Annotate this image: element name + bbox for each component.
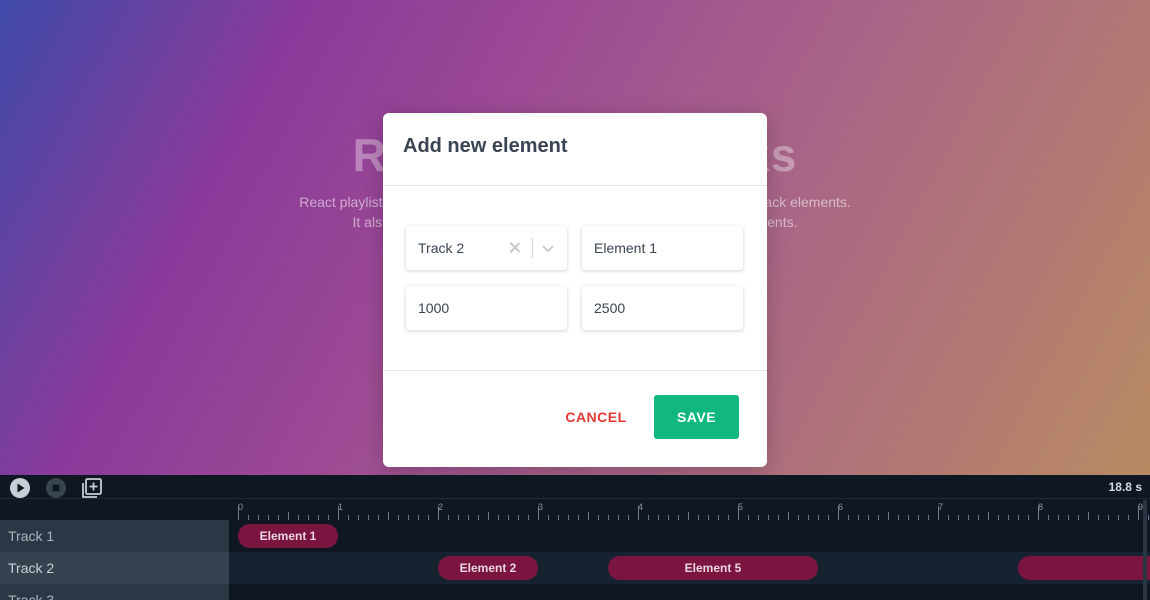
track-labels: Track 1 Track 2 Track 3 [0,520,229,600]
track-label-2[interactable]: Track 2 [0,552,229,584]
chevron-down-icon[interactable] [541,241,555,255]
element-name-field[interactable] [582,226,743,270]
end-time-input[interactable] [594,300,731,316]
track-label-1[interactable]: Track 1 [0,520,229,552]
track-lane-1: Element 1 [229,520,1150,552]
cancel-button[interactable]: CANCEL [553,401,639,433]
track-label-3[interactable]: Track 3 [0,584,229,600]
time-ruler[interactable]: 0123456789 [238,500,1150,520]
track-lanes: Element 1 Element 2 Element 5 [229,520,1150,600]
ruler-tick-label: 8 [1038,502,1043,512]
timeline-element-5[interactable]: Element 5 [608,556,818,580]
ruler-tick-label: 2 [438,502,443,512]
ruler-tick-label: 3 [538,502,543,512]
select-separator [532,238,533,258]
play-icon[interactable] [9,477,31,499]
track-select[interactable]: Track 2 [406,226,567,270]
clear-icon[interactable] [506,239,524,257]
element-name-input[interactable] [594,240,731,256]
timeline-panel: 18.8 s 0123456789 Track 1 Track 2 Track … [0,475,1150,600]
start-time-input[interactable] [418,300,555,316]
ruler-tick-label: 7 [938,502,943,512]
timeline-scroll-edge[interactable] [1143,500,1147,600]
modal-footer: CANCEL SAVE [383,370,767,466]
track-select-value: Track 2 [418,240,465,256]
ruler-tick-label: 0 [238,502,243,512]
track-lane-3 [229,584,1150,600]
ruler-tick-label: 4 [638,502,643,512]
timeline-element-1[interactable]: Element 1 [238,524,338,548]
timeline-element-2[interactable]: Element 2 [438,556,538,580]
timeline-toolbar: 18.8 s [0,475,1150,499]
stop-icon[interactable] [45,477,67,499]
add-element-modal: Add new element Track 2 CANCEL SAVE [383,113,767,467]
ruler-tick-label: 6 [838,502,843,512]
modal-header: Add new element [383,113,767,186]
modal-title: Add new element [403,135,568,157]
ruler-ticks: 0123456789 [238,502,1149,520]
timeline-element-partial[interactable] [1018,556,1150,580]
ruler-tick-label: 5 [738,502,743,512]
track-lane-2: Element 2 Element 5 [229,552,1150,584]
add-element-icon[interactable] [81,477,103,499]
modal-body: Track 2 [383,186,767,370]
start-time-field[interactable] [406,286,567,330]
save-button[interactable]: SAVE [654,395,739,439]
end-time-field[interactable] [582,286,743,330]
time-display: 18.8 s [1108,480,1142,494]
ruler-tick-label: 1 [338,502,343,512]
